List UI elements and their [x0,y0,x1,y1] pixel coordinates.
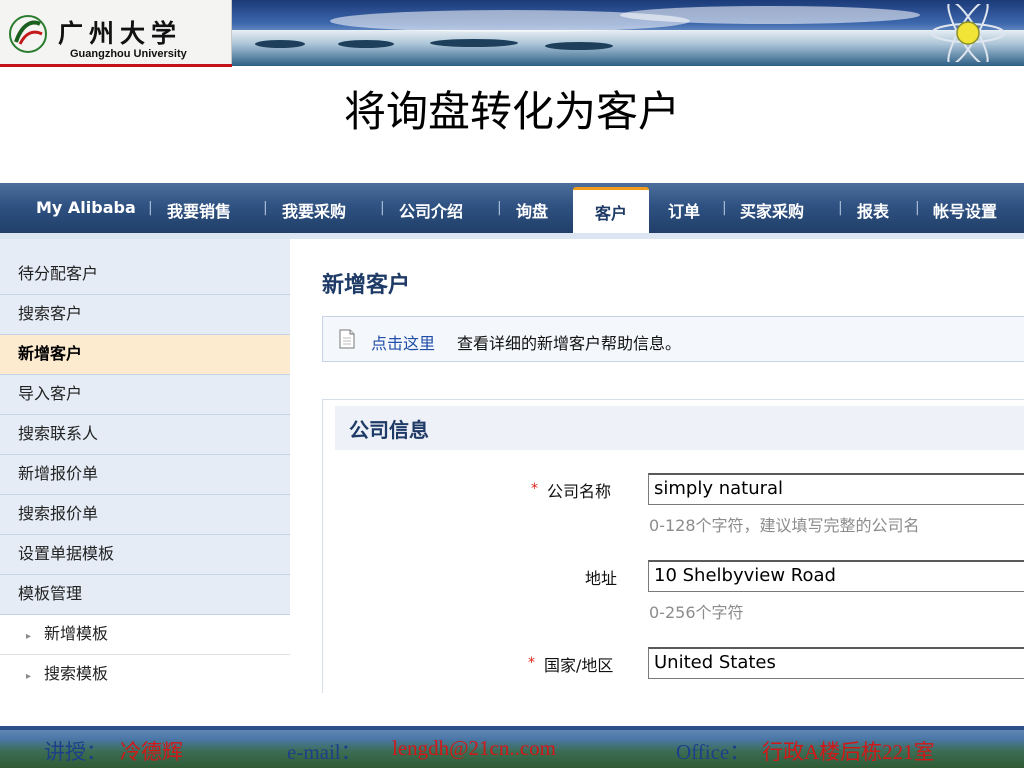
office-value: 行政A楼后栋221室 [762,740,935,764]
header-red-rule [0,64,232,67]
company-name-hint: 0-128个字符，建议填写完整的公司名 [649,516,920,535]
footer-top-line [0,726,1024,730]
sidebar-item-search-customers[interactable]: 搜索客户 [0,295,290,335]
sidebar-top-spacer [0,239,290,255]
sidebar: 待分配客户 搜索客户 新增客户 导入客户 搜索联系人 新增报价单 搜索报价单 设… [0,239,290,693]
banner-cloud [620,6,920,24]
address-input[interactable]: 10 Shelbyview Road [648,560,1024,592]
sidebar-subitem-label: 搜索模板 [44,664,109,683]
sidebar-item-template-management[interactable]: 模板管理 [0,575,290,615]
nav-separator: | [915,200,920,216]
slide-footer: 讲授： 冷德辉 e-mail： lengdh@21cn..com Office：… [0,726,1024,768]
document-icon [339,329,355,349]
sidebar-subitem-label: 新增模板 [44,624,109,643]
sidebar-item-document-templates[interactable]: 设置单据模板 [0,535,290,575]
country-label: 国家/地区 [544,656,614,675]
banner-island [255,40,305,48]
address-hint: 0-256个字符 [649,603,744,622]
nav-tab-customers-active[interactable]: 客户 [573,187,649,235]
nav-buy[interactable]: 我要采购 [282,198,346,222]
university-emblem-icon [9,15,47,53]
slide-title: 将询盘转化为客户 [343,87,680,136]
help-notice: 点击这里 查看详细的新增客户帮助信息。 [322,316,1024,362]
logo-english-name: Guangzhou University [70,48,187,60]
company-info-section: 公司信息 * 公司名称 simply natural 0-128个字符，建议填写… [322,399,1024,693]
chevron-right-icon: ▸ [26,631,32,642]
required-marker: * [528,655,535,671]
nav-separator: | [148,200,153,216]
sidebar-item-import-customers[interactable]: 导入客户 [0,375,290,415]
alibaba-screenshot: My Alibaba | 我要销售 | 我要采购 | 公司介绍 | 询盘 客户 … [0,183,1024,693]
chevron-right-icon: ▸ [26,671,32,682]
sidebar-item-add-customer[interactable]: 新增客户 [0,335,290,375]
top-navigation-bar: My Alibaba | 我要销售 | 我要采购 | 公司介绍 | 询盘 客户 … [0,183,1024,235]
university-logo: 广州大学 Guangzhou University [0,0,232,66]
lecturer-name: 冷德辉 [120,740,183,764]
atom-icon [931,4,1005,62]
nav-separator: | [838,200,843,216]
nav-buyer-purchasing[interactable]: 买家采购 [740,198,804,222]
sidebar-item-search-contacts[interactable]: 搜索联系人 [0,415,290,455]
section-header: 公司信息 [335,406,1024,450]
office-label: Office： [676,740,751,764]
nav-sell[interactable]: 我要销售 [167,198,231,222]
nav-my-alibaba[interactable]: My Alibaba [36,198,136,217]
country-select[interactable]: United States [648,647,1024,679]
sidebar-subitem-add-template[interactable]: ▸ 新增模板 [0,615,290,655]
company-name-input[interactable]: simply natural [648,473,1024,505]
email-label: e-mail： [287,740,362,764]
sidebar-item-search-quotations[interactable]: 搜索报价单 [0,495,290,535]
banner-island [338,40,394,48]
nav-orders[interactable]: 订单 [668,198,700,222]
banner-island [545,42,613,50]
nav-separator: | [263,200,268,216]
required-marker: * [531,481,538,497]
sidebar-subitem-search-templates[interactable]: ▸ 搜索模板 [0,655,290,693]
address-label: 地址 [585,569,618,588]
help-text: 查看详细的新增客户帮助信息。 [457,334,682,353]
banner-island [430,39,518,47]
sidebar-item-unassigned-customers[interactable]: 待分配客户 [0,255,290,295]
banner-sea-image [230,30,1024,66]
nav-company-profile[interactable]: 公司介绍 [399,198,463,222]
sidebar-item-add-quotation[interactable]: 新增报价单 [0,455,290,495]
section-title: 公司信息 [349,418,429,442]
help-link[interactable]: 点击这里 [371,330,435,354]
nav-separator: | [722,200,727,216]
company-name-label: 公司名称 [547,482,612,501]
nav-separator: | [380,200,385,216]
page-title: 新增客户 [322,273,411,298]
email-value: lengdh@21cn..com [392,736,556,760]
lecturer-label: 讲授： [44,740,107,764]
logo-chinese-name: 广州大学 [58,19,183,48]
nav-separator: | [497,200,502,216]
nav-reports[interactable]: 报表 [857,198,889,222]
nav-account-settings[interactable]: 帐号设置 [933,198,997,222]
nav-inquiries[interactable]: 询盘 [516,198,548,222]
